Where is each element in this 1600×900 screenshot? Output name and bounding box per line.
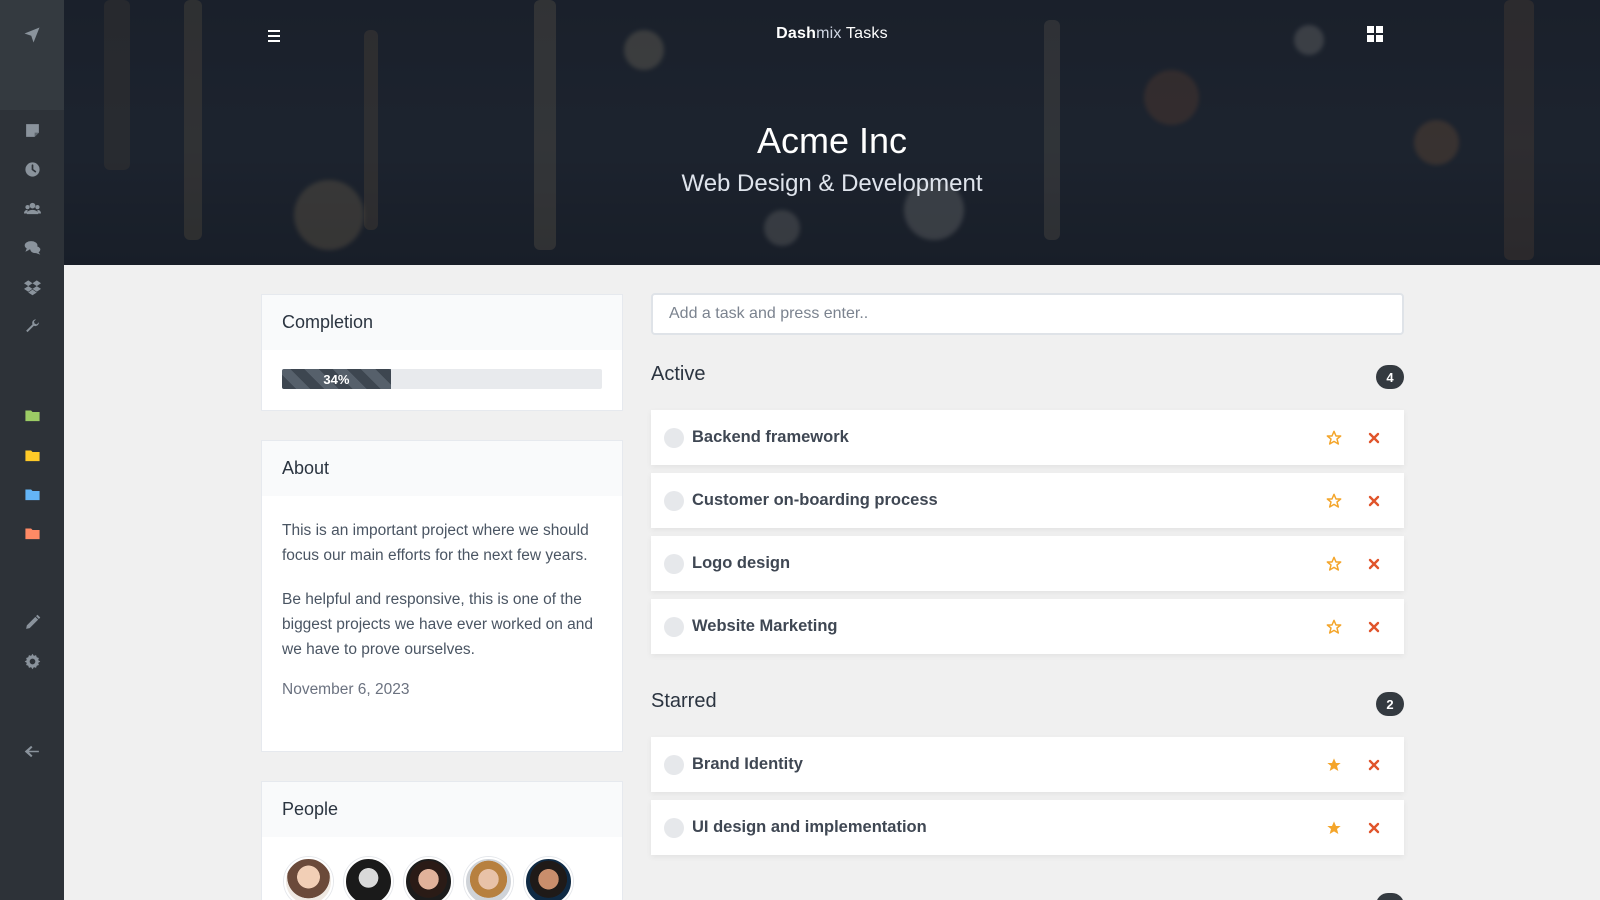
clock-icon[interactable] [0, 157, 64, 181]
starred-count-badge: 2 [1376, 692, 1404, 716]
sticky-note-icon[interactable] [0, 118, 64, 142]
sidebar-header [0, 0, 64, 110]
folder-orange-icon[interactable] [0, 521, 64, 545]
delete-task-icon[interactable] [1354, 607, 1394, 647]
task-item: Backend framework [651, 410, 1404, 465]
people-card: People [261, 781, 623, 900]
avatar[interactable] [524, 857, 573, 900]
delete-task-icon[interactable] [1354, 745, 1394, 785]
active-section-title: Active [651, 363, 706, 385]
paper-plane-icon[interactable] [23, 26, 41, 110]
task-item: Website Marketing [651, 599, 1404, 654]
task-checkbox[interactable] [664, 616, 684, 637]
starred-section-title: Starred [651, 690, 717, 712]
gear-icon[interactable] [0, 649, 64, 673]
task-item: Brand Identity [651, 737, 1404, 792]
star-outline-icon[interactable] [1314, 607, 1354, 647]
dropbox-icon[interactable] [0, 275, 64, 299]
sidebar [0, 0, 64, 900]
star-filled-icon[interactable] [1314, 808, 1354, 848]
progress-fill: 34% [282, 369, 391, 389]
completed-section-title [651, 888, 657, 900]
page-title: Acme Inc [756, 120, 908, 161]
grid-layout-icon[interactable] [1366, 25, 1386, 45]
about-paragraph-1: This is an important project where we sh… [282, 522, 589, 564]
task-label: Backend framework [692, 428, 849, 446]
task-checkbox[interactable] [664, 490, 684, 511]
task-label: Website Marketing [692, 617, 838, 635]
wrench-icon[interactable] [0, 314, 64, 338]
avatar[interactable] [404, 857, 453, 900]
task-checkbox[interactable] [664, 817, 684, 838]
avatar[interactable] [464, 857, 513, 900]
task-label: Logo design [692, 554, 791, 572]
folder-blue-icon[interactable] [0, 482, 64, 506]
task-item: Logo design [651, 536, 1404, 591]
delete-task-icon[interactable] [1354, 808, 1394, 848]
task-item: Customer on-boarding process [651, 473, 1404, 528]
star-outline-icon[interactable] [1314, 418, 1354, 458]
task-checkbox[interactable] [664, 427, 684, 448]
progress-label: 34% [323, 371, 350, 387]
completion-title: Completion [262, 295, 622, 350]
about-title: About [262, 441, 622, 496]
people-avatars [262, 837, 622, 900]
task-item: UI design and implementation [651, 800, 1404, 855]
add-task-input[interactable] [651, 293, 1404, 335]
about-paragraph-2: Be helpful and responsive, this is one o… [282, 591, 594, 658]
hero-header: Dashmix Tasks Acme Inc Web Design & Deve… [64, 0, 1600, 265]
task-label: Customer on-boarding process [692, 491, 938, 509]
completed-count-badge [1376, 893, 1404, 900]
page-subtitle: Web Design & Development [681, 170, 983, 197]
folder-green-icon[interactable] [0, 403, 64, 427]
task-label: Brand Identity [692, 755, 803, 773]
star-outline-icon[interactable] [1314, 481, 1354, 521]
star-outline-icon[interactable] [1314, 544, 1354, 584]
task-label: UI design and implementation [692, 818, 927, 836]
avatar[interactable] [284, 857, 333, 900]
active-count-badge: 4 [1376, 365, 1404, 389]
about-card: About This is an important project where… [261, 440, 623, 752]
users-icon[interactable] [0, 196, 64, 220]
avatar[interactable] [344, 857, 393, 900]
star-filled-icon[interactable] [1314, 745, 1354, 785]
about-date: November 6, 2023 [282, 681, 410, 698]
delete-task-icon[interactable] [1354, 544, 1394, 584]
people-title: People [262, 782, 622, 837]
delete-task-icon[interactable] [1354, 418, 1394, 458]
arrow-left-icon[interactable] [0, 739, 64, 763]
completion-card: Completion 34% [261, 294, 623, 411]
task-checkbox[interactable] [664, 553, 684, 574]
comments-icon[interactable] [0, 235, 64, 259]
pencil-icon[interactable] [0, 610, 64, 634]
completion-progress-bar: 34% [282, 369, 602, 389]
delete-task-icon[interactable] [1354, 481, 1394, 521]
folder-yellow-icon[interactable] [0, 443, 64, 467]
task-checkbox[interactable] [664, 754, 684, 775]
